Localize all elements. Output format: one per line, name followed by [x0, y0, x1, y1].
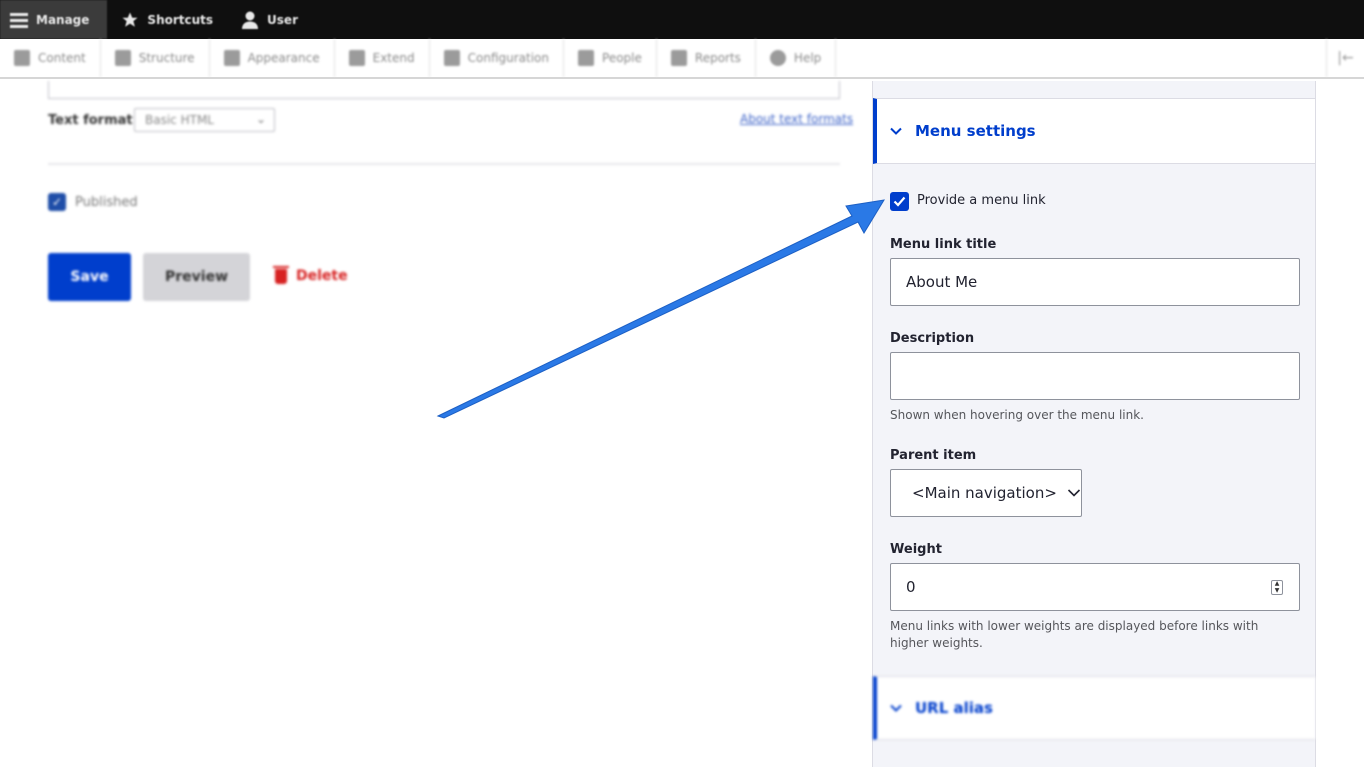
published-checkbox[interactable]: ✓: [48, 193, 66, 211]
tray-item-reports[interactable]: Reports: [657, 39, 756, 77]
menu-link-title-label: Menu link title: [890, 237, 997, 252]
tray-item-configuration[interactable]: Configuration: [430, 39, 565, 77]
chevron-down-icon: [890, 704, 902, 712]
url-alias-toggle[interactable]: URL alias: [873, 676, 1315, 740]
bar-chart-icon: [670, 50, 687, 66]
collapse-icon: |←: [1337, 50, 1354, 66]
tray-item-label: Configuration: [467, 51, 550, 65]
trash-icon: [273, 265, 289, 284]
hamburger-icon: [10, 11, 28, 29]
chevron-down-icon: ⌄: [255, 112, 266, 126]
text-format-value: Basic HTML: [145, 113, 214, 127]
toolbar-user-label: User: [267, 12, 298, 27]
text-format-label: Text format: [48, 113, 133, 128]
menu-link-title-value: About Me: [906, 273, 978, 291]
toolbar-manage[interactable]: Manage: [0, 0, 108, 39]
weight-label: Weight: [890, 542, 942, 557]
menu-settings-title: Menu settings: [915, 122, 1036, 140]
spinner-down-icon: ▼: [1274, 586, 1280, 594]
published-label: Published: [75, 195, 138, 210]
provide-menu-link-checkbox[interactable]: [890, 192, 909, 211]
tray-item-structure[interactable]: Structure: [101, 39, 210, 77]
tray-item-label: People: [602, 51, 642, 65]
toolbar-shortcuts-label: Shortcuts: [147, 12, 214, 27]
user-icon: [241, 11, 259, 29]
node-edit-form: Text format Basic HTML ⌄ About text form…: [0, 81, 870, 767]
tray-item-appearance[interactable]: Appearance: [210, 39, 335, 77]
delete-label: Delete: [296, 268, 348, 284]
provide-menu-link-label: Provide a menu link: [917, 193, 1046, 208]
toolbar-manage-label: Manage: [36, 12, 90, 27]
puzzle-icon: [348, 50, 365, 66]
tray-orientation-toggle[interactable]: |←: [1326, 39, 1364, 77]
menu-link-title-input[interactable]: About Me: [890, 258, 1300, 306]
delete-button[interactable]: Delete: [273, 265, 348, 284]
tray-item-label: Appearance: [247, 51, 320, 65]
chevron-down-icon: [1067, 489, 1080, 497]
paint-brush-icon: [223, 50, 240, 66]
tray-item-label: Help: [793, 51, 822, 65]
tray-item-label: Content: [38, 51, 86, 65]
text-format-select[interactable]: Basic HTML ⌄: [134, 108, 275, 132]
parent-item-select[interactable]: <Main navigation>: [890, 469, 1082, 517]
url-alias-title: URL alias: [915, 699, 993, 717]
chevron-down-icon: [890, 127, 902, 135]
help-icon: [769, 50, 786, 66]
node-sidebar: Menu settings Provide a menu link Menu l…: [872, 81, 1316, 767]
number-spinner[interactable]: ▲ ▼: [1271, 580, 1283, 595]
star-icon: [121, 11, 139, 29]
parent-item-value: <Main navigation>: [912, 484, 1057, 502]
toolbar-user[interactable]: User: [227, 0, 312, 39]
description-help-text: Shown when hovering over the menu link.: [890, 408, 1144, 422]
wrench-icon: [443, 50, 460, 66]
tray-item-people[interactable]: People: [564, 39, 657, 77]
weight-help-text: Menu links with lower weights are displa…: [890, 619, 1259, 650]
divider: [48, 163, 840, 165]
people-icon: [578, 50, 595, 66]
tray-item-label: Extend: [372, 51, 415, 65]
toolbar-shortcuts[interactable]: Shortcuts: [107, 0, 227, 39]
tray-item-content[interactable]: Content: [0, 39, 101, 77]
preview-button[interactable]: Preview: [143, 253, 250, 301]
menu-settings-toggle[interactable]: Menu settings: [873, 98, 1315, 164]
tray-item-help[interactable]: Help: [756, 39, 837, 77]
tray-item-extend[interactable]: Extend: [335, 39, 430, 77]
description-label: Description: [890, 331, 975, 346]
document-icon: [14, 50, 30, 66]
weight-value: 0: [906, 578, 916, 596]
sitemap-icon: [114, 50, 131, 66]
body-editor[interactable]: [48, 81, 840, 99]
tray-item-label: Structure: [138, 51, 195, 65]
checkmark-icon: [893, 196, 906, 207]
admin-toolbar: Manage Shortcuts User: [0, 0, 1364, 39]
tray-item-label: Reports: [694, 51, 741, 65]
save-button[interactable]: Save: [48, 253, 131, 301]
description-input[interactable]: [890, 352, 1300, 400]
admin-tray: Content Structure Appearance Extend Conf…: [0, 39, 1364, 79]
about-text-formats-link[interactable]: About text formats: [740, 112, 853, 126]
parent-item-label: Parent item: [890, 448, 977, 463]
weight-input[interactable]: 0 ▲ ▼: [890, 563, 1300, 611]
checkmark-icon: ✓: [51, 195, 63, 209]
